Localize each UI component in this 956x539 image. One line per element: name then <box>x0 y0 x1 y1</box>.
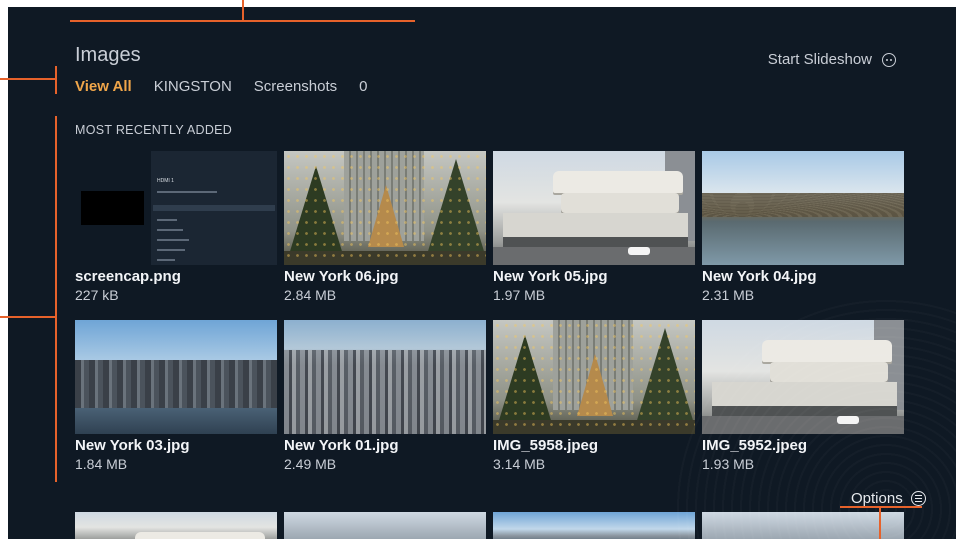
grid-item-new-york-06[interactable]: New York 06.jpg 2.84 MB <box>284 151 486 303</box>
tv-screen: Images View All KINGSTON Screenshots 0 S… <box>8 7 956 539</box>
file-name: IMG_5952.jpeg <box>702 437 808 454</box>
page-title: Images <box>75 44 141 66</box>
thumbnail-image <box>493 151 695 265</box>
preview-title: HDMI 1 <box>157 178 174 184</box>
slideshow-label: Start Slideshow <box>767 51 872 68</box>
start-slideshow-button[interactable]: Start Slideshow <box>768 51 896 68</box>
thumbnail-image: HDMI 1 <box>75 151 277 265</box>
tab-view-all[interactable]: View All <box>75 78 132 95</box>
grid-item-new-york-04[interactable]: New York 04.jpg 2.31 MB <box>702 151 904 303</box>
thumbnail-image <box>284 151 486 265</box>
file-name: New York 06.jpg <box>284 268 399 285</box>
tab-kingston[interactable]: KINGSTON <box>154 78 232 95</box>
tab-zero[interactable]: 0 <box>359 78 367 95</box>
file-size: 1.84 MB <box>75 456 128 472</box>
file-name: New York 01.jpg <box>284 437 399 454</box>
callout-line-grid-horizontal <box>0 316 56 318</box>
thumbnail-image <box>75 320 277 434</box>
section-heading: MOST RECENTLY ADDED <box>75 123 233 137</box>
file-name: New York 05.jpg <box>493 268 608 285</box>
file-size: 2.84 MB <box>284 287 337 303</box>
callout-line-tabs-horizontal <box>0 78 56 80</box>
file-size: 2.49 MB <box>284 456 337 472</box>
file-name: IMG_5958.jpeg <box>493 437 599 454</box>
options-label: Options <box>851 490 903 507</box>
file-size: 3.14 MB <box>493 456 546 472</box>
source-tabs: View All KINGSTON Screenshots 0 <box>75 78 368 95</box>
thumbnail-image <box>493 320 695 434</box>
play-circle-icon <box>882 52 896 67</box>
grid-item-new-york-05[interactable]: New York 05.jpg 1.97 MB <box>493 151 695 303</box>
file-name: screencap.png <box>75 268 181 285</box>
image-grid: HDMI 1 screencap.png 227 kB New York 06.… <box>75 151 905 472</box>
next-row-thumbnails <box>75 512 904 539</box>
callout-line-grid-vertical <box>55 116 57 482</box>
file-size: 1.93 MB <box>702 456 755 472</box>
thumbnail-image[interactable] <box>284 512 486 539</box>
callout-line-tabs-vertical <box>55 66 57 94</box>
thumbnail-image[interactable] <box>702 512 904 539</box>
grid-item-screencap[interactable]: HDMI 1 screencap.png 227 kB <box>75 151 277 303</box>
file-size: 1.97 MB <box>493 287 546 303</box>
thumbnail-image <box>702 151 904 265</box>
grid-item-new-york-01[interactable]: New York 01.jpg 2.49 MB <box>284 320 486 472</box>
options-button[interactable]: Options <box>851 490 926 507</box>
thumbnail-image[interactable] <box>75 512 277 539</box>
thumbnail-image[interactable] <box>493 512 695 539</box>
tab-screenshots[interactable]: Screenshots <box>254 78 337 95</box>
file-name: New York 04.jpg <box>702 268 817 285</box>
callout-line-options-horizontal <box>840 506 922 508</box>
file-size: 227 kB <box>75 287 119 303</box>
callout-line-options-vertical <box>879 506 881 539</box>
file-size: 2.31 MB <box>702 287 755 303</box>
file-name: New York 03.jpg <box>75 437 190 454</box>
menu-icon <box>910 491 926 506</box>
thumbnail-image <box>702 320 904 434</box>
grid-item-img-5952[interactable]: IMG_5952.jpeg 1.93 MB <box>702 320 904 472</box>
grid-item-img-5958[interactable]: IMG_5958.jpeg 3.14 MB <box>493 320 695 472</box>
callout-line-top-vertical <box>242 0 244 21</box>
grid-item-new-york-03[interactable]: New York 03.jpg 1.84 MB <box>75 320 277 472</box>
thumbnail-image <box>284 320 486 434</box>
